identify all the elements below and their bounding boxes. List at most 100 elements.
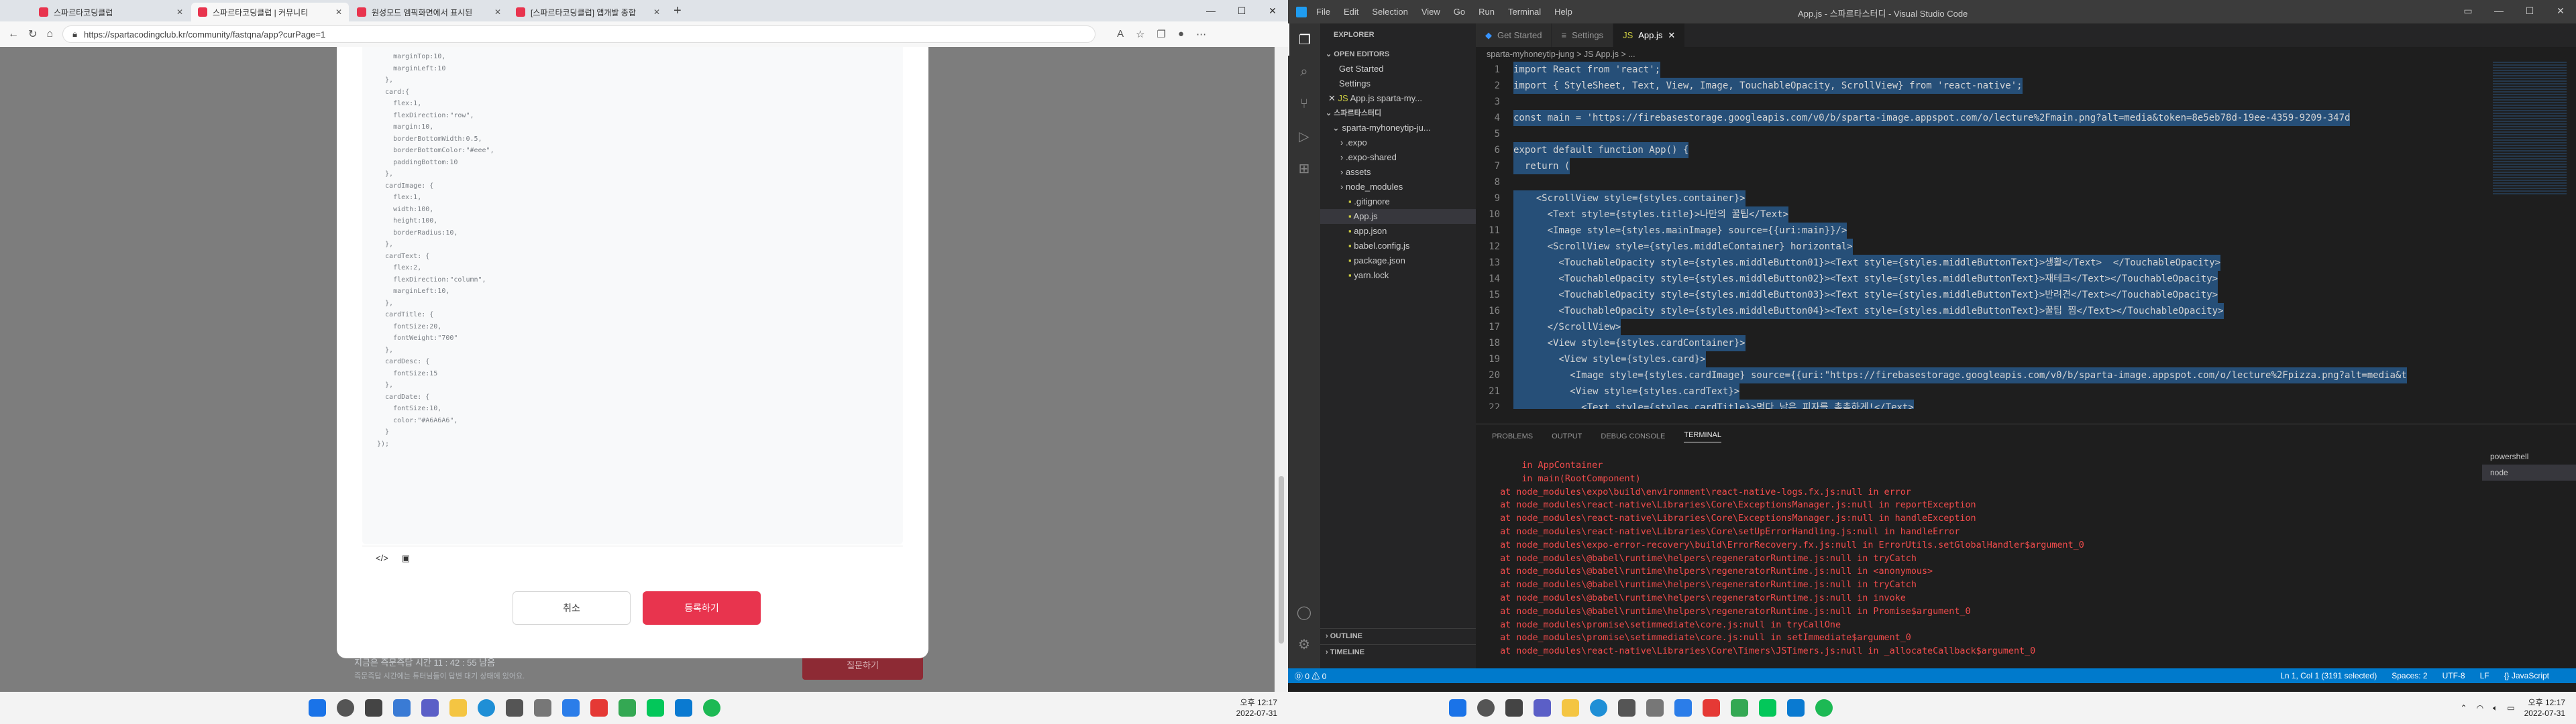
new-tab-icon[interactable]: + <box>674 3 682 19</box>
chat-icon[interactable] <box>1534 699 1551 717</box>
address-bar[interactable]: 🔒︎ https://spartacodingclub.kr/community… <box>62 25 1096 43</box>
submit-button[interactable]: 등록하기 <box>643 591 761 625</box>
scrollbar-thumb[interactable] <box>1279 476 1284 644</box>
menu-run[interactable]: Run <box>1479 7 1495 17</box>
menu-edit[interactable]: Edit <box>1344 7 1358 17</box>
end-of-line[interactable]: LF <box>2480 671 2489 680</box>
windows-start-icon[interactable] <box>1449 699 1466 717</box>
project-folder[interactable]: ⌄ sparta-myhoneytip-ju... <box>1320 121 1476 135</box>
encoding[interactable]: UTF-8 <box>2443 671 2465 680</box>
explorer-icon[interactable]: ❐ <box>1288 23 1320 56</box>
open-editor-get-started[interactable]: Get Started <box>1320 62 1476 76</box>
store-icon[interactable] <box>1618 699 1635 717</box>
spotify-icon[interactable] <box>703 699 720 717</box>
tray-chevron-icon[interactable]: ⌃ <box>2461 703 2467 713</box>
file-item[interactable]: › .expo <box>1320 135 1476 150</box>
page-scrollbar[interactable] <box>1275 47 1288 692</box>
terminal-instance[interactable]: powershell <box>2482 448 2576 465</box>
back-icon[interactable]: ← <box>8 28 19 40</box>
photos-icon[interactable] <box>562 699 580 717</box>
close-tab-icon[interactable]: ✕ <box>1668 30 1675 41</box>
panel-tab-output[interactable]: OUTPUT <box>1552 432 1582 440</box>
menu-file[interactable]: File <box>1316 7 1330 17</box>
volume-icon[interactable]: 🔈︎ <box>2493 703 2498 713</box>
open-editor-appjs[interactable]: ✕ JS App.js sparta-my... <box>1320 91 1476 106</box>
chat-icon[interactable] <box>421 699 439 717</box>
minimize-icon[interactable]: — <box>2483 0 2514 21</box>
menu-view[interactable]: View <box>1421 7 1440 17</box>
open-editor-settings[interactable]: Settings <box>1320 76 1476 91</box>
close-tab-icon[interactable]: ✕ <box>653 7 660 17</box>
file-item[interactable]: › node_modules <box>1320 180 1476 194</box>
run-debug-icon[interactable]: ▷ <box>1288 120 1320 152</box>
tab-appjs[interactable]: JS App.js ✕ <box>1613 23 1686 47</box>
indentation[interactable]: Spaces: 2 <box>2392 671 2427 680</box>
task-view-icon[interactable] <box>1505 699 1523 717</box>
timeline-header[interactable]: › TIMELINE <box>1320 644 1476 659</box>
language-mode[interactable]: {} JavaScript <box>2504 671 2549 680</box>
image-upload-icon[interactable]: ▣ <box>402 553 410 564</box>
clock[interactable]: 오후 12:17 2022-07-31 <box>2524 697 2565 719</box>
menu-help[interactable]: Help <box>1554 7 1572 17</box>
tab-get-started[interactable]: ◆ Get Started <box>1476 23 1552 47</box>
collections-icon[interactable]: ❐ <box>1157 28 1166 40</box>
maximize-icon[interactable]: ☐ <box>2514 0 2545 21</box>
maps-icon[interactable] <box>619 699 636 717</box>
file-explorer-icon[interactable] <box>449 699 467 717</box>
settings-icon[interactable] <box>534 699 551 717</box>
panel-tab-debug-console[interactable]: DEBUG CONSOLE <box>1601 432 1665 440</box>
search-icon[interactable]: ⌕ <box>1288 56 1320 88</box>
minimap[interactable] <box>2493 62 2567 196</box>
store-icon[interactable] <box>506 699 523 717</box>
terminal-output[interactable]: in AppContainer in main(RootComponent) a… <box>1489 459 2084 658</box>
youtube-icon[interactable] <box>1703 699 1720 717</box>
widgets-icon[interactable] <box>393 699 411 717</box>
minimize-icon[interactable]: — <box>1195 0 1226 21</box>
youtube-icon[interactable] <box>590 699 608 717</box>
read-aloud-icon[interactable]: A <box>1117 28 1124 40</box>
browser-tab-3[interactable]: 원성모드 엠픽화면에서 표시된 ✕ <box>350 3 508 21</box>
outline-header[interactable]: › OUTLINE <box>1320 628 1476 643</box>
problems-count[interactable]: ⓪ 0 ⚠ 0 <box>1295 670 1326 682</box>
wifi-icon[interactable]: ◠ <box>2477 703 2483 713</box>
file-item[interactable]: ▪ babel.config.js <box>1320 239 1476 253</box>
close-tab-icon[interactable]: ✕ <box>335 7 342 17</box>
panel-tab-terminal[interactable]: TERMINAL <box>1684 431 1721 442</box>
more-menu-icon[interactable]: ⋯ <box>1196 28 1206 40</box>
file-explorer-icon[interactable] <box>1562 699 1579 717</box>
code-editor-textarea[interactable]: marginTop:10, marginLeft:10 }, card:{ fl… <box>362 47 903 544</box>
close-window-icon[interactable]: ✕ <box>2545 0 2576 21</box>
vscode-taskbar-icon[interactable] <box>675 699 692 717</box>
cursor-position[interactable]: Ln 1, Col 1 (3191 selected) <box>2280 671 2377 680</box>
file-item[interactable]: › .expo-shared <box>1320 150 1476 165</box>
task-view-icon[interactable] <box>365 699 382 717</box>
workspace-header[interactable]: ⌄ 스파르타스터디 <box>1320 106 1476 121</box>
file-item[interactable]: ▪ yarn.lock <box>1320 268 1476 283</box>
clock[interactable]: 오후 12:17 2022-07-31 <box>1236 697 1277 719</box>
home-icon[interactable]: ⌂ <box>46 28 53 40</box>
search-icon[interactable] <box>337 699 354 717</box>
open-editors-header[interactable]: ⌄ OPEN EDITORS <box>1320 47 1476 62</box>
edge-icon[interactable] <box>478 699 495 717</box>
maximize-icon[interactable]: ☐ <box>1226 0 1257 21</box>
windows-start-icon[interactable] <box>309 699 326 717</box>
account-icon[interactable]: ◯ <box>1288 596 1320 628</box>
breadcrumb[interactable]: sparta-myhoneytip-jung > JS App.js > ... <box>1476 47 2576 62</box>
close-tab-icon[interactable]: ✕ <box>494 7 501 17</box>
file-item[interactable]: ▪ package.json <box>1320 253 1476 268</box>
naver-icon[interactable] <box>647 699 664 717</box>
file-item[interactable]: ▪ .gitignore <box>1320 194 1476 209</box>
naver-icon[interactable] <box>1759 699 1776 717</box>
terminal-instance[interactable]: node <box>2482 465 2576 481</box>
file-item[interactable]: ▪ App.js <box>1320 209 1476 224</box>
layout-toggle-icon[interactable]: ▭ <box>2453 0 2483 21</box>
panel-tab-problems[interactable]: PROBLEMS <box>1492 432 1533 440</box>
battery-icon[interactable]: ▭ <box>2507 703 2514 713</box>
file-item[interactable]: ▪ app.json <box>1320 224 1476 239</box>
menu-go[interactable]: Go <box>1454 7 1465 17</box>
favorite-star-icon[interactable]: ☆ <box>1136 28 1144 40</box>
browser-tab-4[interactable]: [스파르타코딩클럽] 앱개발 종합 ✕ <box>509 3 667 21</box>
settings-icon[interactable] <box>1646 699 1664 717</box>
close-tab-icon[interactable]: ✕ <box>176 7 183 17</box>
file-item[interactable]: › assets <box>1320 165 1476 180</box>
